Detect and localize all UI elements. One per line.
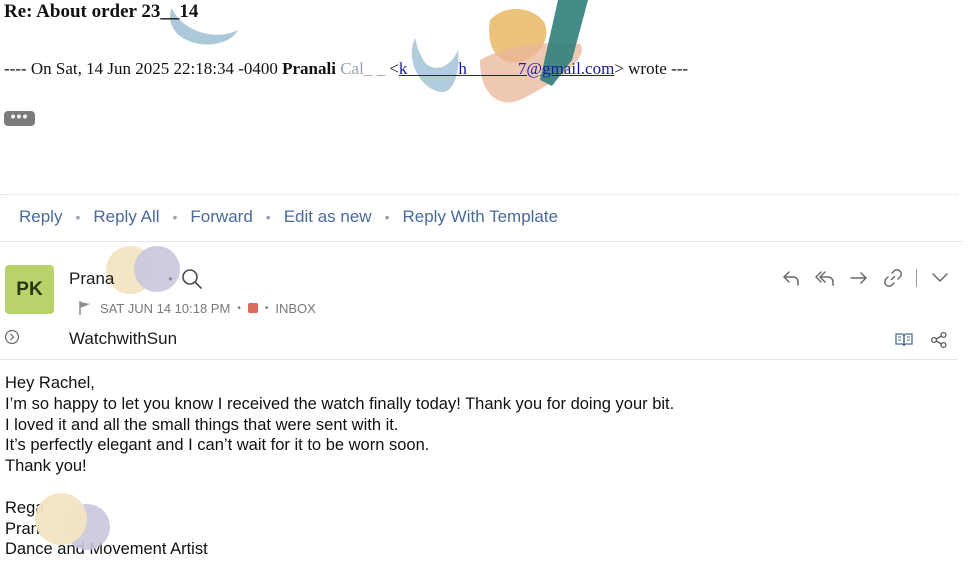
divider	[0, 359, 405, 360]
signature-title: Dance and Movement Artist	[5, 540, 208, 559]
separator-dot: •	[168, 272, 173, 286]
separator-dot: •	[237, 302, 241, 314]
separator-dot: •	[265, 209, 271, 225]
message-sender: Prana •	[69, 268, 203, 290]
message-meta: SAT JUN 14 10:18 PM • • INBOX	[78, 300, 316, 316]
body-line: I loved it and all the small things that…	[5, 415, 399, 434]
edit-as-new-link[interactable]: Edit as new	[284, 207, 372, 227]
divider	[405, 241, 963, 242]
message-date: SAT JUN 14 10:18 PM	[100, 300, 231, 316]
separator-dot: •	[75, 209, 81, 225]
quote-suffix: > wrote ---	[614, 59, 689, 78]
reply-link[interactable]: Reply	[19, 207, 62, 227]
decorative-blob	[35, 493, 87, 545]
body-line: It’s perfectly elegant and I can’t wait …	[5, 436, 430, 455]
quote-prefix: ---- On Sat, 14 Jun 2025 22:18:34 -0400	[4, 59, 283, 78]
link-icon[interactable]	[883, 268, 903, 288]
reply-with-template-link[interactable]: Reply With Template	[402, 207, 558, 227]
reply-all-link[interactable]: Reply All	[93, 207, 159, 227]
flag-icon[interactable]	[78, 300, 92, 316]
reading-view-icon[interactable]	[894, 332, 914, 348]
expand-details-icon[interactable]	[4, 329, 20, 345]
quote-sender-name: Pranali	[282, 59, 336, 78]
share-icon[interactable]	[930, 331, 948, 349]
body-line: I’m so happy to let you know I received …	[5, 394, 675, 413]
forward-icon[interactable]	[849, 269, 869, 287]
show-more-button[interactable]: •••	[4, 109, 35, 126]
sender-name[interactable]: Prana	[69, 269, 114, 289]
quote-lt: <	[385, 59, 399, 78]
reply-icon[interactable]	[781, 269, 801, 287]
avatar[interactable]: PK	[5, 265, 54, 314]
reply-actions: Reply • Reply All • Forward • Edit as ne…	[19, 207, 558, 227]
search-icon[interactable]	[181, 268, 203, 290]
quote-email-link[interactable]: k______h______7@gmail.com	[399, 59, 614, 78]
separator-dot: •	[384, 209, 390, 225]
folder-label[interactable]: INBOX	[275, 301, 315, 316]
label-color-tag[interactable]	[247, 303, 258, 313]
forward-link[interactable]: Forward	[190, 207, 252, 227]
message-tag[interactable]: WatchwithSun	[69, 329, 177, 349]
chevron-down-icon[interactable]	[931, 272, 949, 284]
body-line: Thank you!	[5, 457, 87, 476]
toolbar-divider	[916, 269, 917, 287]
divider	[405, 359, 958, 360]
separator-dot: •	[172, 209, 178, 225]
quoted-subject: Re: About order 23__14	[4, 1, 199, 22]
body-greeting: Hey Rachel,	[5, 374, 95, 392]
quote-attribution: ---- On Sat, 14 Jun 2025 22:18:34 -0400 …	[4, 59, 688, 79]
divider	[0, 241, 405, 242]
divider	[0, 194, 958, 195]
quote-sender-name-rest: Cal_ _	[340, 59, 386, 78]
separator-dot: •	[264, 302, 269, 314]
reply-all-icon[interactable]	[814, 269, 836, 287]
